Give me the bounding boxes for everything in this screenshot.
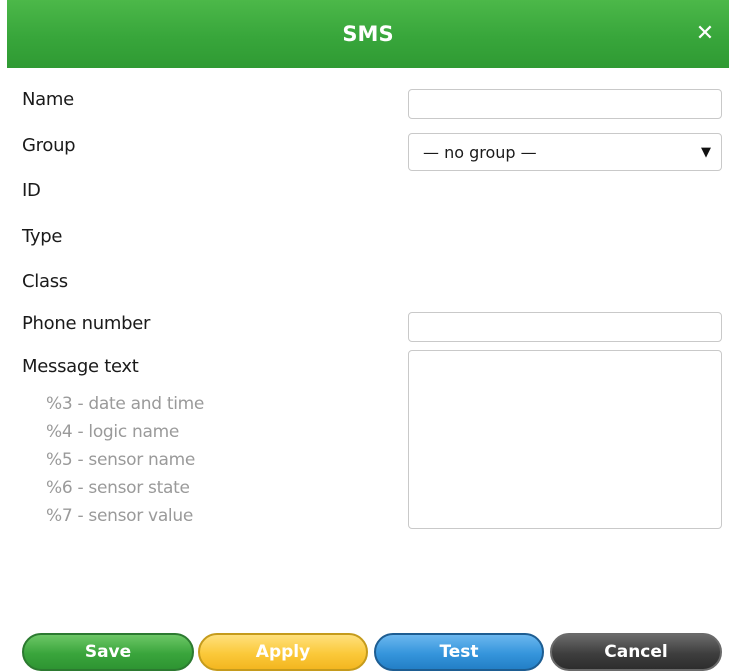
group-select[interactable]: — no group — ▼	[408, 133, 722, 171]
dialog-title: SMS	[342, 22, 394, 46]
hint-sensor-state: %6 - sensor state	[46, 478, 190, 498]
hint-logic-name: %4 - logic name	[46, 422, 180, 442]
name-input[interactable]	[408, 89, 722, 119]
dialog-title-bar: SMS ✕	[7, 0, 729, 68]
type-label: Type	[22, 226, 63, 247]
message-text-input[interactable]	[408, 350, 722, 529]
group-select-value: — no group —	[423, 143, 537, 162]
hint-sensor-value: %7 - sensor value	[46, 506, 193, 526]
message-placeholder-hints: %3 - date and time %4 - logic name %5 - …	[46, 390, 204, 530]
test-button[interactable]: Test	[374, 633, 544, 671]
message-text-label: Message text	[22, 356, 139, 377]
group-label: Group	[22, 135, 76, 156]
cancel-button[interactable]: Cancel	[550, 633, 722, 671]
close-icon[interactable]: ✕	[691, 18, 719, 50]
save-button[interactable]: Save	[22, 633, 194, 671]
apply-button[interactable]: Apply	[198, 633, 368, 671]
phone-number-input[interactable]	[408, 312, 722, 342]
hint-date-time: %3 - date and time	[46, 394, 205, 414]
hint-sensor-name: %5 - sensor name	[46, 450, 196, 470]
phone-number-label: Phone number	[22, 313, 151, 334]
sms-dialog: SMS ✕ Name Group — no group — ▼ ID Type …	[0, 0, 729, 671]
class-label: Class	[22, 271, 68, 292]
name-label: Name	[22, 89, 74, 110]
id-label: ID	[22, 180, 41, 201]
chevron-down-icon: ▼	[701, 145, 711, 160]
